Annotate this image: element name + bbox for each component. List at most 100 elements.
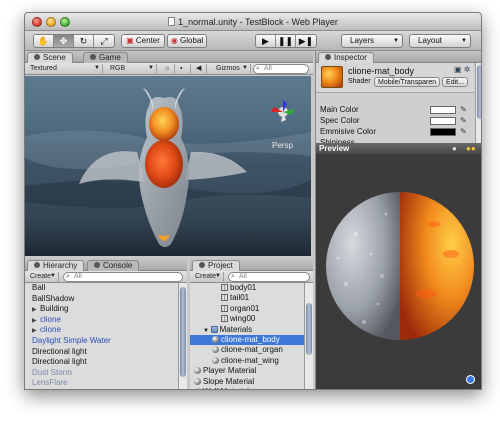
draw-mode-dropdown[interactable]: Textured ▼ xyxy=(27,64,103,74)
project-panel: Project Create ▼ ⌕ All body01 tail01 organ01… xyxy=(190,259,313,389)
pause-button[interactable]: ❚❚ xyxy=(276,35,296,47)
project-item[interactable]: clione-mat_wing xyxy=(190,356,304,366)
render-mode-dropdown[interactable]: RGB ▼ xyxy=(107,64,157,74)
hierarchy-item[interactable]: BallShadow xyxy=(25,294,177,305)
image-icon: ▪ xyxy=(180,65,183,72)
sun-icon: ☼ xyxy=(164,65,171,72)
tab-project[interactable]: Project xyxy=(192,260,240,271)
hierarchy-item[interactable]: Main Camera xyxy=(25,389,177,390)
project-list: body01 tail01 organ01 wing00 ▼ Materials clio… xyxy=(190,283,304,389)
tab-scene[interactable]: Scene xyxy=(27,52,73,63)
project-item[interactable]: body01 xyxy=(190,283,304,293)
color-swatch[interactable] xyxy=(430,106,456,114)
image-toggle[interactable]: ▪ xyxy=(177,64,191,74)
tab-game[interactable]: Game xyxy=(83,52,128,63)
main-toolbar: ✋ ✥ ↻ ⤢ ▣ Center ◉ Global ▶ ❚❚ ▶❚ Layers… xyxy=(25,31,481,51)
hierarchy-item[interactable]: LensFlare xyxy=(25,378,177,389)
project-scroll-thumb[interactable] xyxy=(306,303,312,355)
ball-icon xyxy=(212,346,219,354)
hierarchy-item[interactable]: Daylight Simple Water xyxy=(25,336,177,347)
game-icon xyxy=(90,54,96,60)
orientation-gizmo-icon[interactable] xyxy=(271,100,295,122)
project-item[interactable]: organ01 xyxy=(190,304,304,314)
material-preview[interactable] xyxy=(316,154,481,389)
inspector-scrollbar[interactable] xyxy=(475,63,481,143)
hierarchy-scrollbar[interactable] xyxy=(178,283,187,389)
preview-shape-icon[interactable]: ●● xyxy=(466,143,476,154)
shader-dropdown[interactable]: Mobile/Transparen xyxy=(374,77,440,87)
hierarchy-item-label: Main Camera xyxy=(32,389,80,390)
hierarchy-item-label: BallShadow xyxy=(32,293,75,303)
dropdown-arrow-icon: ▼ xyxy=(94,65,100,71)
project-create-dropdown[interactable]: Create ▼ xyxy=(192,272,224,282)
expand-arrow-icon[interactable]: ▶ xyxy=(32,316,40,326)
folder-icon xyxy=(210,325,218,333)
expand-arrow-icon[interactable]: ▶ xyxy=(32,305,40,315)
lighting-toggle[interactable]: ☼ xyxy=(161,64,175,74)
layers-dropdown[interactable]: Layers ▼ xyxy=(341,34,403,48)
body-organ xyxy=(145,140,183,188)
project-item[interactable]: Player Material xyxy=(190,366,304,376)
transform-tools: ✋ ✥ ↻ ⤢ xyxy=(33,34,115,48)
eyedropper-icon[interactable]: ✎ xyxy=(460,116,467,126)
scene-view[interactable]: Persp xyxy=(25,76,311,256)
pivot-global-button[interactable]: ◉ Global xyxy=(167,34,207,48)
project-item[interactable]: clione-mat_body xyxy=(190,334,304,346)
inspector-scroll-thumb[interactable] xyxy=(477,65,481,119)
hierarchy-search-input[interactable]: ⌕ All xyxy=(63,272,183,282)
scene-search-input[interactable]: ⌕ All xyxy=(253,64,309,74)
hierarchy-item[interactable]: Directional light xyxy=(25,347,177,358)
eyedropper-icon[interactable]: ✎ xyxy=(460,127,467,137)
dropdown-arrow-icon: ▼ xyxy=(215,273,221,279)
dropdown-arrow-icon: ▼ xyxy=(393,38,399,44)
preview-info-icon[interactable] xyxy=(466,375,475,384)
eyedropper-icon[interactable]: ✎ xyxy=(460,105,467,115)
inspector-panel: Inspector clione-mat_body ▣ ✲ Shader Mob… xyxy=(315,51,481,389)
project-item[interactable]: clione-mat_organ xyxy=(190,345,304,355)
layout-dropdown[interactable]: Layout ▼ xyxy=(409,34,471,48)
tab-hierarchy[interactable]: Hierarchy xyxy=(27,260,85,271)
move-tool-button[interactable]: ✥ xyxy=(54,35,74,47)
hand-tool-button[interactable]: ✋ xyxy=(34,35,54,47)
color-swatch[interactable] xyxy=(430,117,456,125)
preview-light-icon[interactable]: ● xyxy=(452,143,457,154)
project-search-input[interactable]: ⌕ All xyxy=(228,272,310,282)
center-icon: ▣ xyxy=(126,36,134,45)
hierarchy-item[interactable]: Ball xyxy=(25,283,177,294)
material-thumbnail xyxy=(321,66,343,88)
unity-window: 1_normal.unity - TestBlock - Web Player … xyxy=(24,12,482,390)
project-item[interactable]: tail01 xyxy=(190,293,304,303)
project-item[interactable]: Wall Material xyxy=(190,387,304,389)
expand-arrow-icon[interactable]: ▶ xyxy=(32,326,40,336)
project-item[interactable]: ▼ Materials xyxy=(190,325,304,335)
pivot-center-button[interactable]: ▣ Center xyxy=(121,34,165,48)
hierarchy-item[interactable]: Dust Storm xyxy=(25,368,177,379)
hierarchy-item-label: Ball xyxy=(32,283,46,292)
tab-inspector[interactable]: Inspector xyxy=(318,52,374,63)
hierarchy-item[interactable]: Directional light xyxy=(25,357,177,368)
shader-edit-button[interactable]: Edit... xyxy=(442,77,468,87)
dropdown-arrow-icon: ▼ xyxy=(461,38,467,44)
project-item[interactable]: wing00 xyxy=(190,314,304,324)
play-button[interactable]: ▶ xyxy=(256,35,276,47)
expand-arrow-icon[interactable]: ▼ xyxy=(203,328,211,334)
tab-console[interactable]: Console xyxy=(87,260,140,271)
project-item[interactable]: Slope Material xyxy=(190,377,304,387)
hierarchy-item[interactable]: ▶ clione xyxy=(25,325,177,336)
gizmos-dropdown[interactable]: Gizmos ▼ xyxy=(213,64,251,74)
ball-icon xyxy=(194,377,201,385)
color-swatch[interactable] xyxy=(430,128,456,136)
scale-tool-button[interactable]: ⤢ xyxy=(94,35,114,47)
hierarchy-item[interactable]: ▶ clione xyxy=(25,315,177,326)
hierarchy-item-label: Building xyxy=(40,304,69,314)
step-button[interactable]: ▶❚ xyxy=(296,35,316,47)
audio-toggle[interactable]: ◀ xyxy=(193,64,207,74)
project-scrollbar[interactable] xyxy=(304,283,313,389)
perspective-label[interactable]: Persp xyxy=(272,141,293,150)
rotate-tool-button[interactable]: ↻ xyxy=(74,35,94,47)
hierarchy-item[interactable]: ▶ Building xyxy=(25,304,177,315)
hierarchy-scroll-thumb[interactable] xyxy=(180,287,186,377)
hierarchy-item-label: Dust Storm xyxy=(32,367,73,377)
hierarchy-create-dropdown[interactable]: Create ▼ xyxy=(27,272,59,282)
material-settings-icon[interactable]: ▣ ✲ xyxy=(454,65,470,74)
